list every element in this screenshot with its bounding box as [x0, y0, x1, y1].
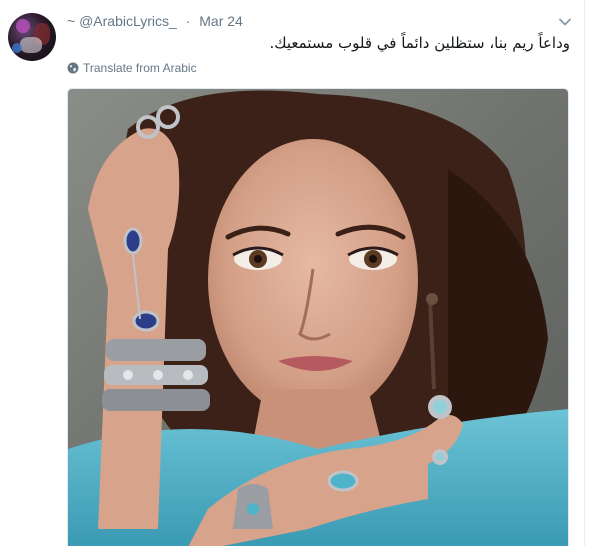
tweet-header: ~ @ArabicLyrics_ · Mar 24: [67, 12, 243, 30]
handle-prefix: ~: [67, 13, 76, 29]
chevron-down-icon[interactable]: [558, 15, 572, 29]
user-handle[interactable]: @ArabicLyrics_: [79, 13, 177, 29]
globe-icon: [67, 62, 79, 74]
avatar-detail: [20, 37, 42, 53]
tweet-photo[interactable]: [67, 88, 569, 546]
tweet-card[interactable]: ~ @ArabicLyrics_ · Mar 24 وداعاً ريم بنا…: [0, 0, 589, 546]
avatar-detail: [12, 43, 22, 53]
photo-image: [68, 89, 568, 546]
tweet-text: وداعاً ريم بنا، ستظلين دائماً في قلوب مس…: [269, 34, 570, 52]
dot-separator: ·: [185, 13, 191, 29]
translate-label: Translate from Arabic: [83, 61, 197, 75]
avatar-detail: [16, 19, 30, 33]
avatar[interactable]: [8, 13, 56, 61]
translate-link[interactable]: Translate from Arabic: [67, 61, 197, 75]
tweet-timestamp[interactable]: Mar 24: [199, 13, 243, 29]
divider: [584, 0, 585, 546]
